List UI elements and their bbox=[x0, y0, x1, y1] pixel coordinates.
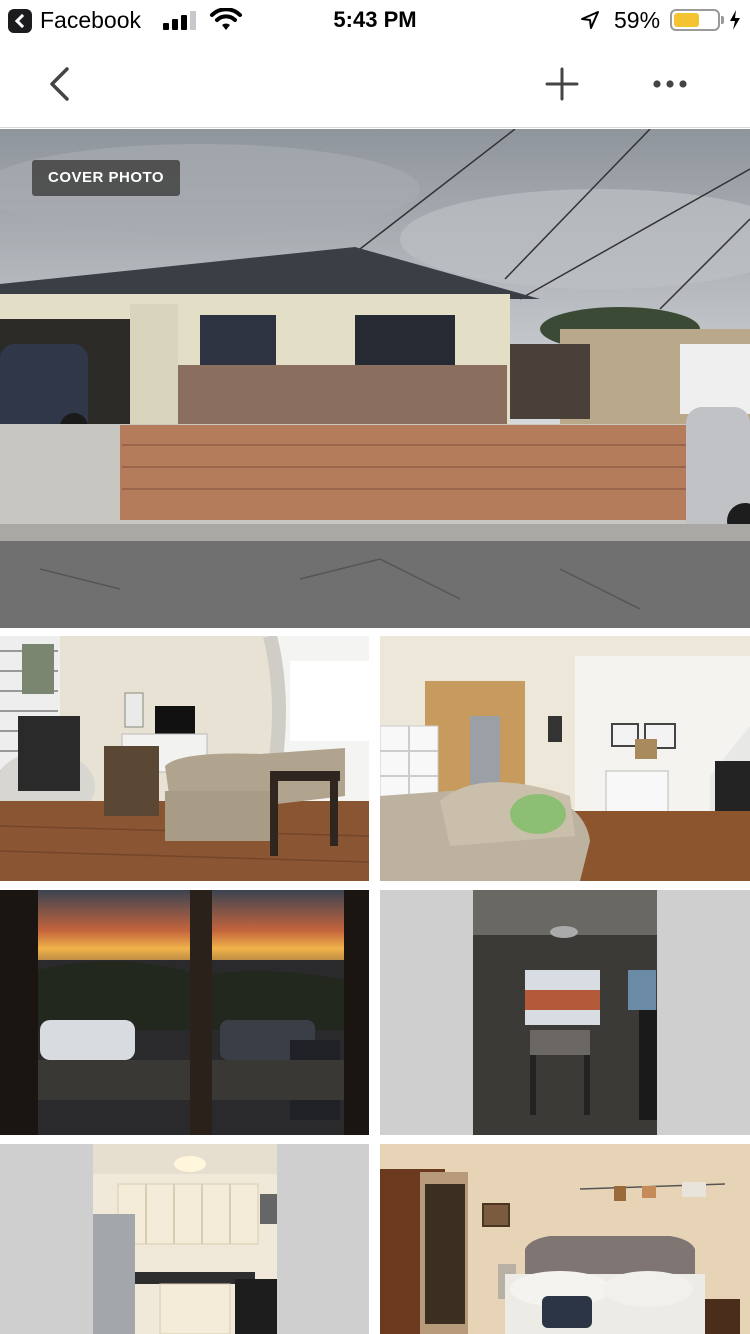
photo-bedroom[interactable] bbox=[380, 1144, 750, 1334]
house-exterior-image bbox=[0, 129, 750, 628]
living-room-image bbox=[0, 636, 369, 881]
bedroom-image bbox=[380, 1144, 750, 1334]
plus-icon[interactable] bbox=[540, 62, 584, 106]
photo-living-room-2[interactable] bbox=[380, 636, 750, 881]
cover-photo[interactable]: COVER PHOTO bbox=[0, 129, 750, 628]
battery-percentage: 59% bbox=[614, 7, 661, 33]
photo-living-room-1[interactable] bbox=[0, 636, 369, 881]
sunset-window-image bbox=[0, 890, 369, 1135]
more-dots-icon[interactable] bbox=[648, 70, 692, 98]
battery-level-fill bbox=[674, 13, 699, 27]
photo-kitchen[interactable] bbox=[0, 1144, 369, 1334]
cover-photo-badge: COVER PHOTO bbox=[32, 160, 181, 196]
photo-dining-room[interactable] bbox=[380, 890, 750, 1135]
battery-tip bbox=[721, 16, 724, 24]
dining-room-image bbox=[380, 890, 750, 1135]
navigation-bar bbox=[0, 40, 750, 128]
living-room-sofa-image bbox=[380, 636, 750, 881]
kitchen-image bbox=[0, 1144, 369, 1334]
battery-icon bbox=[670, 9, 720, 31]
chevron-left-icon[interactable] bbox=[40, 60, 80, 108]
status-bar: Facebook 5:43 PM 59% bbox=[0, 0, 750, 40]
location-arrow-icon bbox=[581, 11, 599, 29]
charging-bolt-icon bbox=[730, 10, 740, 30]
photo-sunset-window[interactable] bbox=[0, 890, 369, 1135]
